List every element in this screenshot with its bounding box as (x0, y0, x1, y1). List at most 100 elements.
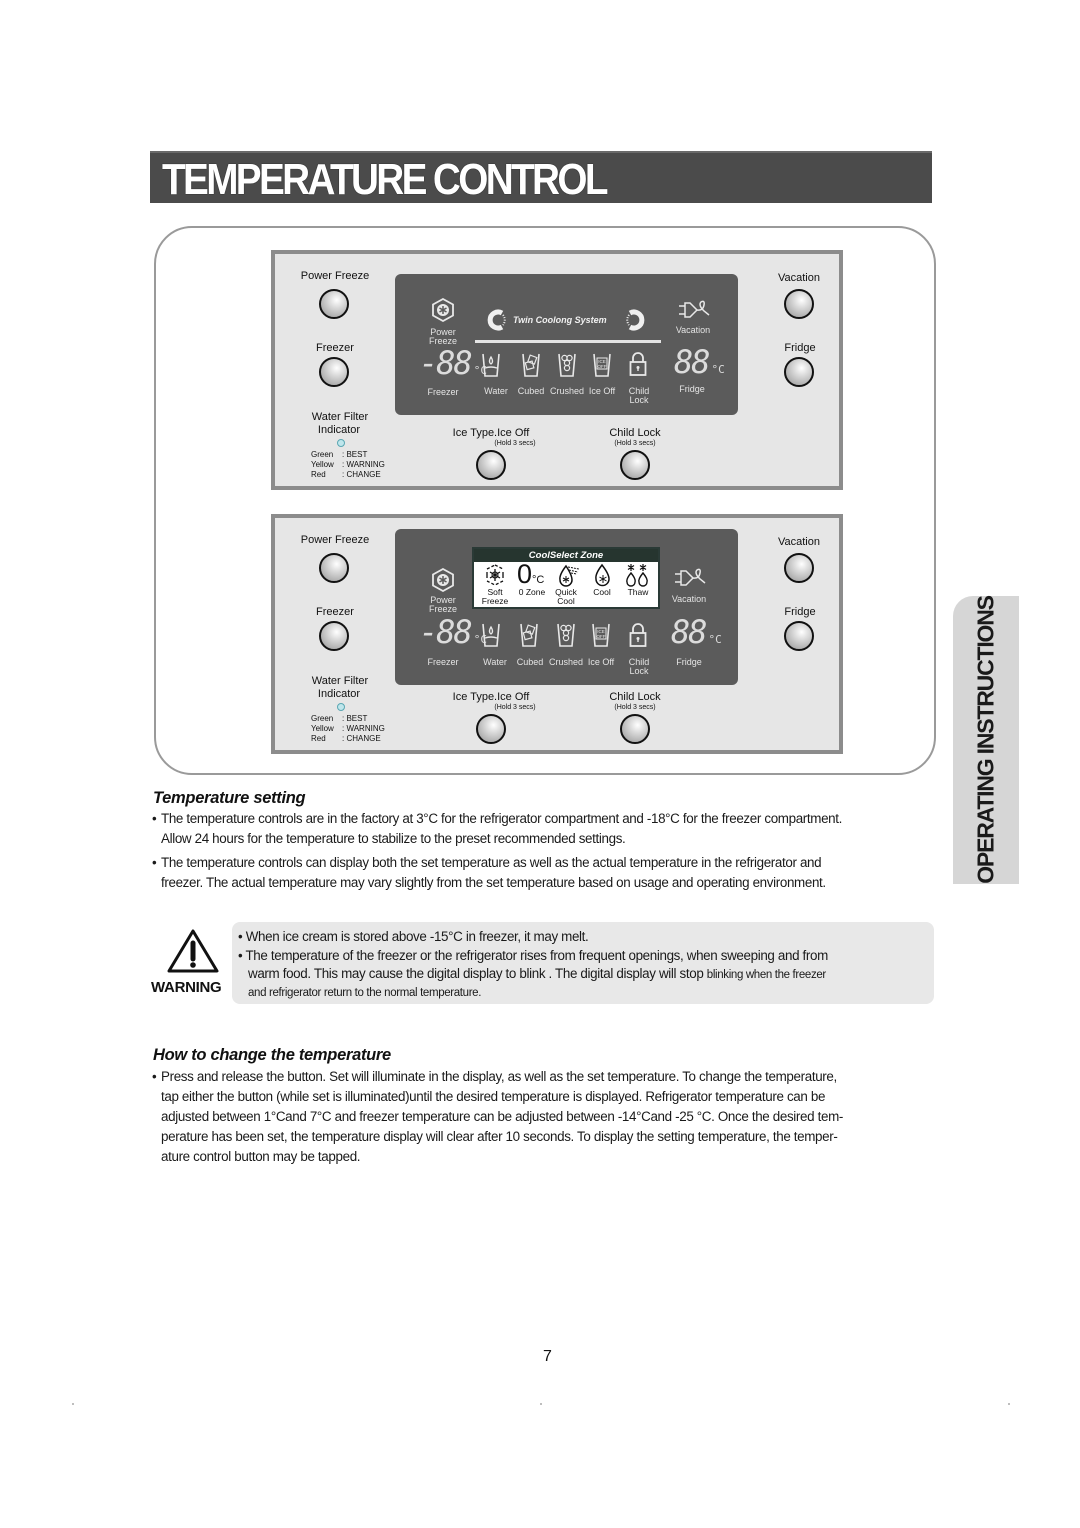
vacation-display-label: Vacation (675, 325, 711, 335)
power-freeze-icon (432, 298, 454, 322)
ice-off-display-label: Ice Off (588, 386, 616, 396)
child-lock-display-label: Child Lock (628, 657, 650, 676)
fridge-temp-digits: 88 °C (674, 343, 725, 381)
water-filter-legend: Green: BEST Yellow: WARNING Red: CHANGE (311, 450, 385, 479)
power-freeze-button[interactable] (319, 289, 349, 319)
fridge-button[interactable] (784, 357, 814, 387)
section-side-tab: OPERATING INSTRUCTIONS (953, 596, 1019, 884)
side-tab-label: OPERATING INSTRUCTIONS (972, 596, 999, 884)
child-lock-hold-note: (Hold 3 secs) (614, 440, 656, 447)
lcd-display: Power Freeze CoolSelect Zone Soft Freeze 0… (395, 529, 738, 685)
cool-icon (595, 563, 610, 587)
power-freeze-label: Power Freeze (300, 534, 370, 546)
page-title: TEMPERATURE CONTROL (162, 155, 609, 204)
coolselect-zone: CoolSelect Zone Soft Freeze 0°C 0 Zone Qu… (472, 547, 660, 609)
power-freeze-icon (432, 568, 454, 592)
twin-cooling-left-icon (487, 309, 506, 331)
thaw-icon (626, 564, 648, 587)
cubed-display-label: Cubed (516, 657, 544, 667)
vacation-label: Vacation (778, 272, 820, 284)
child-lock-button[interactable] (620, 714, 650, 744)
power-freeze-button[interactable] (319, 553, 349, 583)
ice-type-hold-note: (Hold 3 secs) (494, 440, 536, 447)
freezer-display-label: Freezer (427, 657, 459, 667)
vacation-plug-icon (679, 300, 710, 318)
child-lock-label: Child Lock (609, 691, 661, 703)
quick-cool-icon (559, 564, 580, 587)
freezer-temp-digits: -88 °C (419, 344, 488, 382)
warning-bullet-2-line-1: • The temperature of the freezer or the … (238, 948, 828, 963)
vacation-button[interactable] (784, 289, 814, 319)
print-mark (1008, 1403, 1010, 1405)
cubed-ice-icon (522, 353, 540, 377)
page-number: 7 (543, 1348, 552, 1365)
vacation-plug-icon (675, 568, 706, 586)
quick-cool-label: Quick Cool (555, 587, 577, 606)
warning-bullet-2-line-3: and refrigerator return to the normal te… (248, 987, 482, 999)
freezer-button[interactable] (319, 621, 349, 651)
zero-zone-label: 0 Zone (518, 587, 546, 597)
water-display-label: Water (483, 657, 507, 667)
water-filter-indicator-light (337, 703, 345, 711)
power-freeze-label: Power Freeze (300, 270, 370, 282)
change-temperature-heading: How to change the temperature (153, 1046, 391, 1064)
control-panel-twin-cooling: Power Freeze Freezer Water Filter Indica… (271, 250, 843, 490)
crushed-ice-icon (558, 353, 576, 377)
warning-bullet-1: • When ice cream is stored above -15°C i… (238, 929, 589, 944)
soft-freeze-label: Soft Freeze (481, 587, 509, 606)
change-temperature-paragraph: • Press and release the button. Set will… (152, 1069, 843, 1164)
fridge-label: Fridge (784, 606, 816, 618)
vacation-display-label: Vacation (671, 594, 707, 604)
ice-type-label: Ice Type.Ice Off (452, 691, 530, 703)
fridge-button[interactable] (784, 621, 814, 651)
water-filter-title: Water Filter (311, 675, 369, 687)
control-panel-coolselect: Power Freeze Freezer Water Filter Indica… (271, 514, 843, 754)
soft-freeze-icon (486, 564, 504, 586)
temperature-setting-bullet-1: • The temperature controls are in the fa… (152, 811, 843, 846)
fridge-display-label: Fridge (679, 384, 705, 394)
cool-label: Cool (593, 587, 611, 597)
svg-text:OFF: OFF (598, 364, 607, 369)
twin-cooling-system-label: Twin Coolong System (513, 315, 607, 325)
water-filter-subtitle: Indicator (317, 424, 361, 436)
freezer-button[interactable] (319, 357, 349, 387)
ice-type-hold-note: (Hold 3 secs) (494, 704, 536, 711)
warning-bullet-2-line-2: warm food. This may cause the digital di… (248, 966, 826, 981)
page-title-bar: TEMPERATURE CONTROL (150, 151, 932, 204)
child-lock-icon (629, 623, 647, 647)
cubed-ice-icon (520, 623, 538, 647)
thaw-label: Thaw (627, 587, 649, 597)
child-lock-button[interactable] (620, 450, 650, 480)
ice-type-label: Ice Type.Ice Off (452, 427, 530, 439)
ice-type-button[interactable] (476, 450, 506, 480)
power-freeze-display-label: Power Freeze (428, 595, 458, 614)
fridge-temp-digits: 88 °C (671, 613, 722, 651)
svg-text:OFF: OFF (597, 634, 606, 639)
freezer-temp-digits: -88 °C (419, 613, 488, 651)
ice-off-icon: ICE OFF (593, 353, 611, 377)
water-filter-indicator-light (337, 439, 345, 447)
ice-off-display-label: Ice Off (587, 657, 615, 667)
temperature-setting-bullet-2: • The temperature controls can display b… (152, 855, 826, 890)
fridge-display-label: Fridge (676, 657, 702, 667)
vacation-button[interactable] (784, 553, 814, 583)
child-lock-icon (629, 352, 647, 376)
water-icon (482, 353, 500, 377)
water-filter-subtitle: Indicator (317, 688, 361, 700)
child-lock-label: Child Lock (609, 427, 661, 439)
water-display-label: Water (484, 386, 508, 396)
warning-label: WARNING (151, 979, 222, 996)
coolselect-zone-header: CoolSelect Zone (474, 549, 658, 562)
ice-off-icon: ICE OFF (592, 623, 610, 647)
print-mark (540, 1403, 542, 1405)
ice-type-button[interactable] (476, 714, 506, 744)
print-mark (72, 1403, 74, 1405)
child-lock-display-label: Child Lock (628, 386, 650, 405)
water-filter-legend: Green: BEST Yellow: WARNING Red: CHANGE (311, 714, 385, 743)
freezer-label: Freezer (316, 606, 354, 618)
cubed-display-label: Cubed (517, 386, 545, 396)
crushed-display-label: Crushed (548, 657, 584, 667)
crushed-ice-icon (557, 623, 575, 647)
temperature-setting-heading: Temperature setting (153, 789, 306, 807)
freezer-display-label: Freezer (427, 387, 459, 397)
